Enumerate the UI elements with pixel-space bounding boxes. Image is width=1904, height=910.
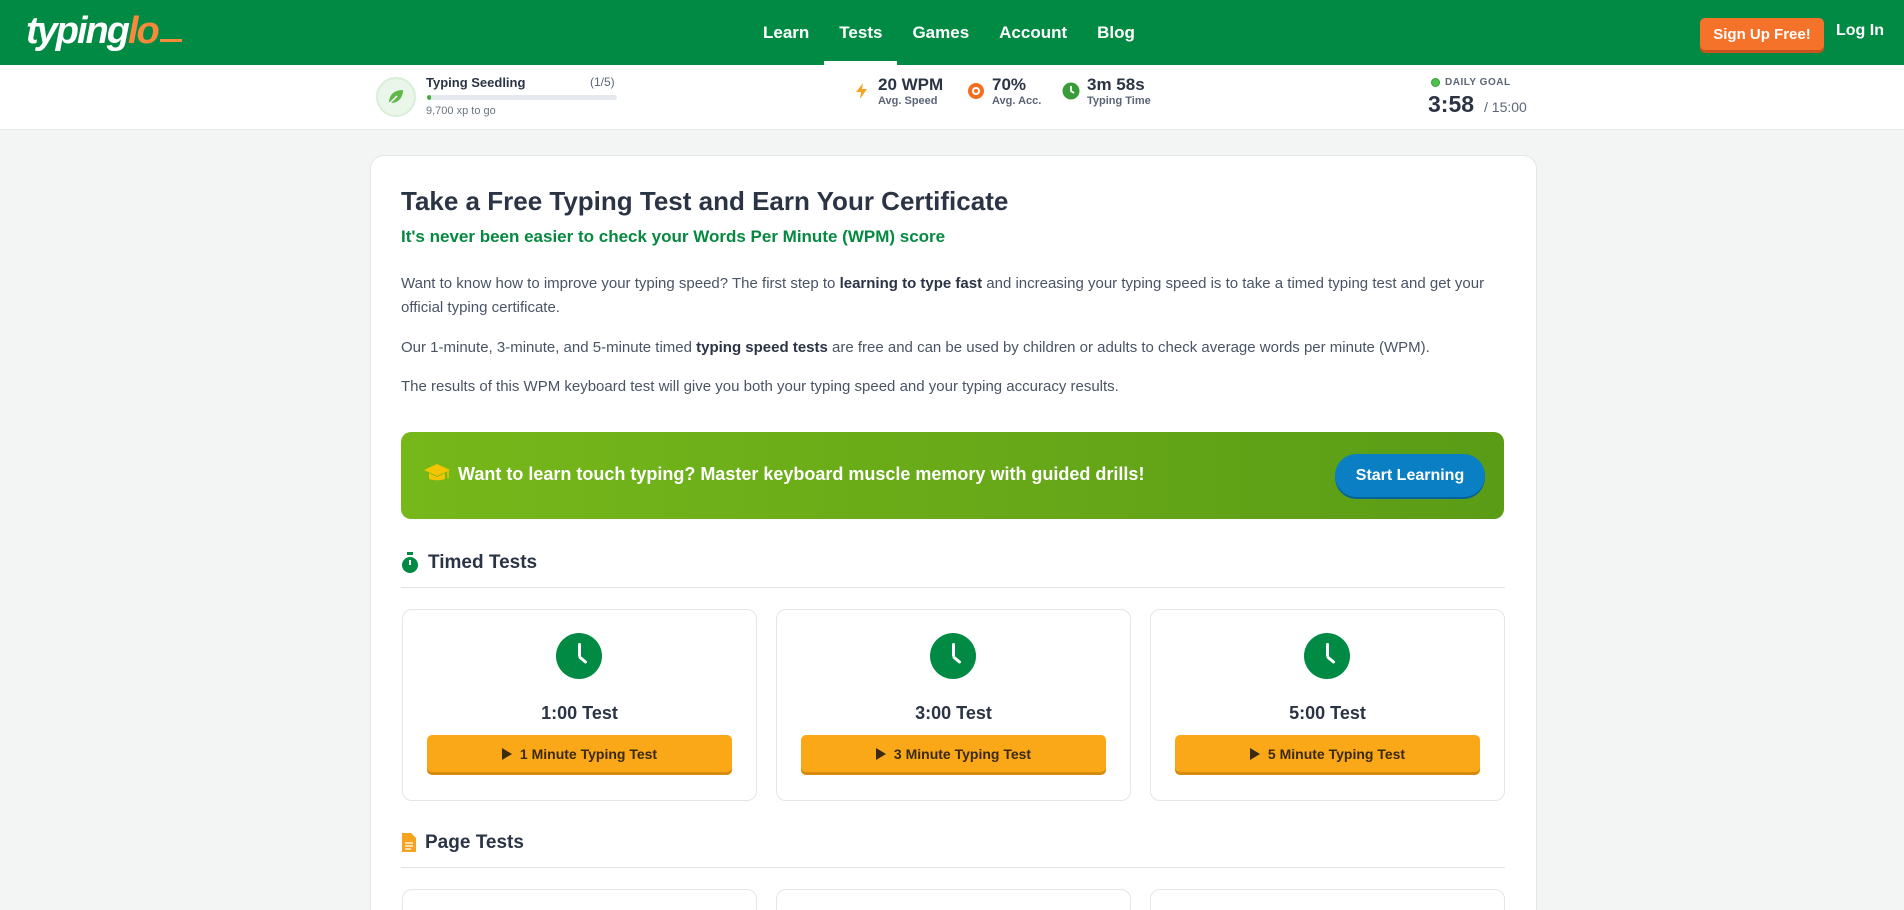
stat-speed: 20 WPM Avg. Speed	[853, 75, 943, 107]
intro-paragraph-2: Our 1-minute, 3-minute, and 5-minute tim…	[401, 336, 1506, 360]
learning-to-type-fast-link[interactable]: learning to type fast	[840, 275, 983, 292]
one-minute-test-button[interactable]: 1 Minute Typing Test	[427, 735, 732, 772]
daily-goal-label: DAILY GOAL	[1431, 77, 1511, 88]
level-progress-bar	[427, 95, 617, 100]
test-name: 3:00 Test	[915, 703, 992, 723]
clock-icon	[1304, 633, 1350, 679]
target-icon	[968, 83, 984, 99]
clock-icon	[1062, 82, 1080, 100]
logo-dash	[159, 38, 182, 42]
intro-paragraph-3: The results of this WPM keyboard test wi…	[401, 378, 1119, 395]
page-subtitle: It's never been easier to check your Wor…	[401, 227, 946, 246]
intro-paragraph-1: Want to know how to improve your typing …	[401, 272, 1506, 320]
play-icon	[875, 747, 886, 760]
stat-accuracy-value: 70%	[992, 75, 1027, 94]
seedling-icon	[376, 77, 416, 117]
page-title: Take a Free Typing Test and Earn Your Ce…	[401, 186, 1009, 216]
level-count: (1/5)	[590, 75, 615, 89]
clock-icon	[930, 633, 976, 679]
play-icon	[1249, 747, 1260, 760]
graduation-cap-icon	[424, 464, 450, 481]
p1-text-a: Want to know how to improve your typing …	[401, 275, 840, 292]
goal-status-dot	[1431, 78, 1440, 87]
level-xp-remaining: 9,700 xp to go	[426, 105, 496, 117]
learn-banner: Want to learn touch typing? Master keybo…	[401, 432, 1504, 519]
p2-text-a: Our 1-minute, 3-minute, and 5-minute tim…	[401, 339, 697, 356]
main-nav: Learn Tests Games Account Blog	[748, 0, 1150, 65]
level-name: Typing Seedling	[426, 75, 526, 90]
stat-time-value: 3m 58s	[1087, 75, 1145, 94]
stat-time-label: Typing Time	[1087, 95, 1151, 107]
stat-speed-value: 20 WPM	[878, 75, 944, 94]
page-test-card[interactable]	[776, 889, 1131, 910]
typing-speed-tests-link[interactable]: typing speed tests	[696, 339, 828, 356]
page-tests-title: Page Tests	[425, 832, 524, 853]
page-tests-divider	[401, 867, 1505, 868]
top-navbar: typing lo Learn Tests Games Account Blog …	[0, 0, 1904, 65]
stats-bar: Typing Seedling (1/5) 9,700 xp to go 20 …	[0, 65, 1904, 130]
stat-time: 3m 58s Typing Time	[1062, 75, 1151, 107]
daily-goal-current: 3:58	[1428, 91, 1475, 117]
test-name: 1:00 Test	[541, 703, 618, 723]
button-label: 1 Minute Typing Test	[519, 745, 658, 762]
logo-text-typing: typing	[26, 9, 130, 52]
banner-text: Want to learn touch typing? Master keybo…	[458, 464, 1145, 484]
signup-button[interactable]: Sign Up Free!	[1700, 18, 1824, 50]
level-progress-fill	[427, 95, 431, 100]
timed-tests-divider	[401, 587, 1505, 588]
five-minute-test-button[interactable]: 5 Minute Typing Test	[1175, 735, 1480, 772]
timed-tests-title: Timed Tests	[428, 552, 538, 573]
nav-account[interactable]: Account	[984, 0, 1082, 65]
stat-accuracy: 70% Avg. Acc.	[967, 75, 1041, 107]
logo-text-lo: lo	[127, 9, 160, 52]
daily-goal-total: / 15:00	[1484, 99, 1527, 115]
three-minute-test-button[interactable]: 3 Minute Typing Test	[801, 735, 1106, 772]
button-label: 3 Minute Typing Test	[893, 745, 1032, 762]
document-icon	[402, 833, 416, 852]
login-link[interactable]: Log In	[1836, 22, 1884, 40]
nav-tests[interactable]: Tests	[824, 0, 898, 65]
page-test-card[interactable]	[402, 889, 757, 910]
logo[interactable]: typing lo	[26, 8, 182, 54]
timed-test-card-5: 5:00 Test 5 Minute Typing Test	[1150, 609, 1505, 801]
nav-learn[interactable]: Learn	[748, 0, 824, 65]
timed-test-card-3: 3:00 Test 3 Minute Typing Test	[776, 609, 1131, 801]
test-name: 5:00 Test	[1289, 703, 1366, 723]
lightning-icon	[856, 83, 867, 99]
daily-goal-text: DAILY GOAL	[1445, 77, 1511, 88]
clock-icon	[556, 633, 602, 679]
nav-games[interactable]: Games	[897, 0, 984, 65]
play-icon	[501, 747, 512, 760]
p2-text-c: are free and can be used by children or …	[827, 339, 1430, 356]
timed-test-card-1: 1:00 Test 1 Minute Typing Test	[402, 609, 757, 801]
stopwatch-icon	[402, 552, 418, 573]
nav-blog[interactable]: Blog	[1082, 0, 1150, 65]
button-label: 5 Minute Typing Test	[1267, 745, 1406, 762]
stat-accuracy-label: Avg. Acc.	[992, 95, 1042, 107]
page-test-card[interactable]	[1150, 889, 1505, 910]
stat-speed-label: Avg. Speed	[878, 95, 938, 107]
start-learning-button[interactable]: Start Learning	[1335, 454, 1485, 497]
